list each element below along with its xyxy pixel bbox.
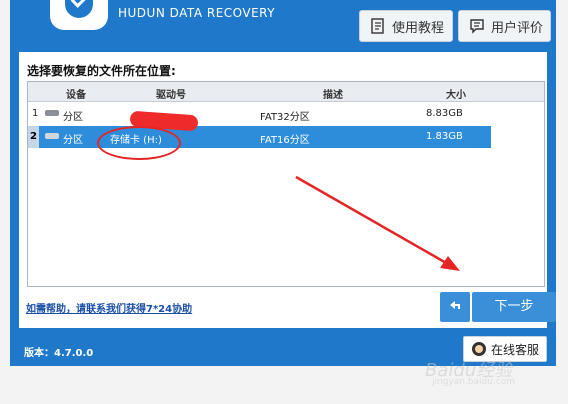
watermark-url: jingyan.baidu.com bbox=[432, 377, 516, 387]
annotation-arrow-icon bbox=[295, 175, 460, 271]
